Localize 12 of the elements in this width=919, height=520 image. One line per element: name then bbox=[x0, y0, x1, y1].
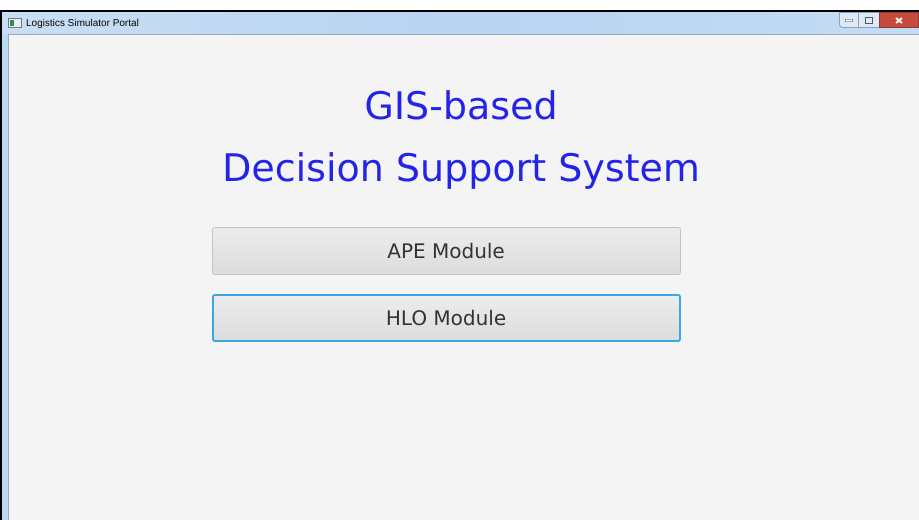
heading-text: GIS-based bbox=[364, 83, 558, 130]
close-icon bbox=[895, 16, 903, 24]
module-button[interactable]: APE Module bbox=[212, 227, 680, 275]
maximize-icon bbox=[865, 16, 873, 24]
app-icon bbox=[8, 18, 22, 28]
maximize-button[interactable] bbox=[859, 12, 879, 28]
heading-text: Decision Support System bbox=[222, 145, 700, 192]
minimize-icon bbox=[845, 18, 853, 22]
minimize-button[interactable] bbox=[839, 12, 859, 28]
window-title: Logistics Simulator Portal bbox=[26, 16, 139, 30]
module-button[interactable]: HLO Module bbox=[212, 294, 680, 342]
close-button[interactable] bbox=[879, 12, 919, 28]
